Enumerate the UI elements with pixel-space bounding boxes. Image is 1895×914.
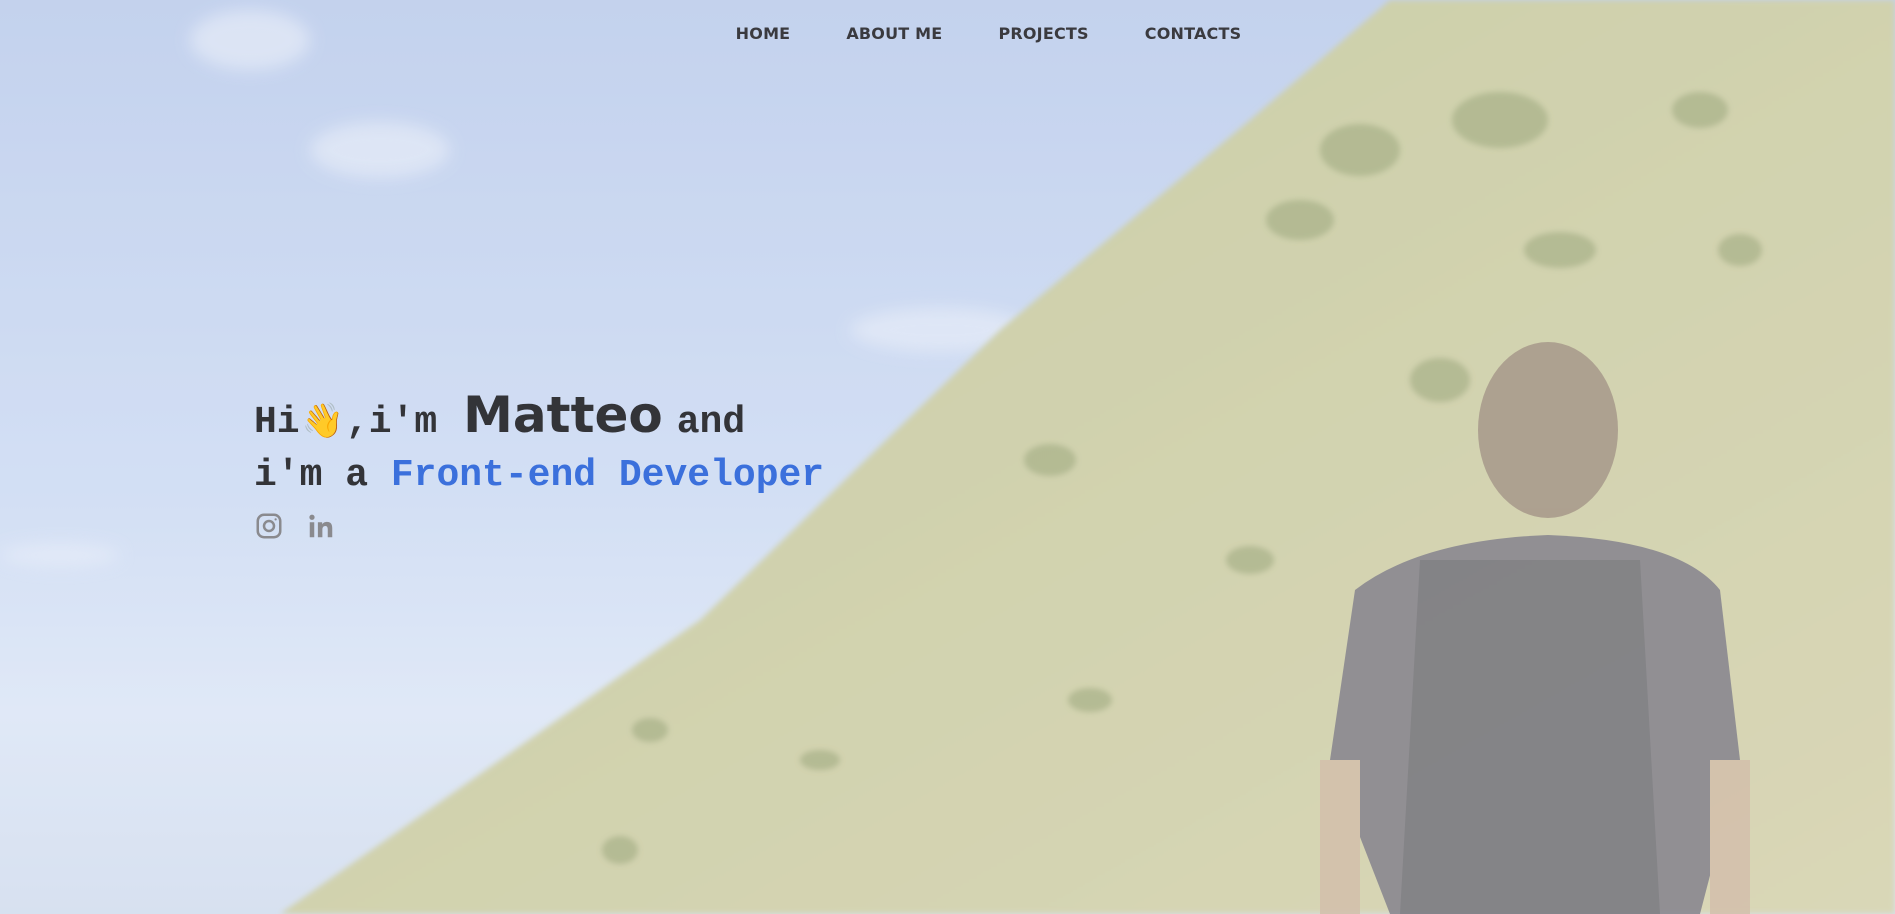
page: HOME ABOUT ME PROJECTS CONTACTS Hi 👋 ,i'…	[0, 0, 1895, 914]
hero-name: Matteo	[463, 386, 663, 444]
nav-projects-link[interactable]: PROJECTS	[998, 24, 1088, 43]
hero-role: Front-end Developer	[390, 454, 825, 497]
greeting-text: Hi	[254, 401, 300, 444]
nav-contacts-link[interactable]: CONTACTS	[1145, 24, 1242, 43]
nav-about-me-link[interactable]: ABOUT ME	[846, 24, 942, 43]
instagram-icon[interactable]	[254, 511, 284, 541]
conjunction-text: and	[676, 401, 746, 444]
hero-role-line: i'm a Front-end Developer	[254, 451, 824, 501]
hero-section: Hi 👋 ,i'm Matteo and i'm a Front-end Dev…	[254, 385, 824, 541]
linkedin-icon[interactable]	[306, 511, 336, 541]
main-nav: HOME ABOUT ME PROJECTS CONTACTS	[0, 24, 1895, 43]
hero-greeting-line: Hi 👋 ,i'm Matteo and	[254, 385, 824, 453]
role-prefix-text: i'm a	[254, 454, 369, 497]
intro-text: ,i'm	[345, 401, 438, 444]
nav-home-link[interactable]: HOME	[736, 24, 791, 43]
wave-emoji: 👋	[301, 401, 344, 441]
social-links	[254, 511, 824, 541]
